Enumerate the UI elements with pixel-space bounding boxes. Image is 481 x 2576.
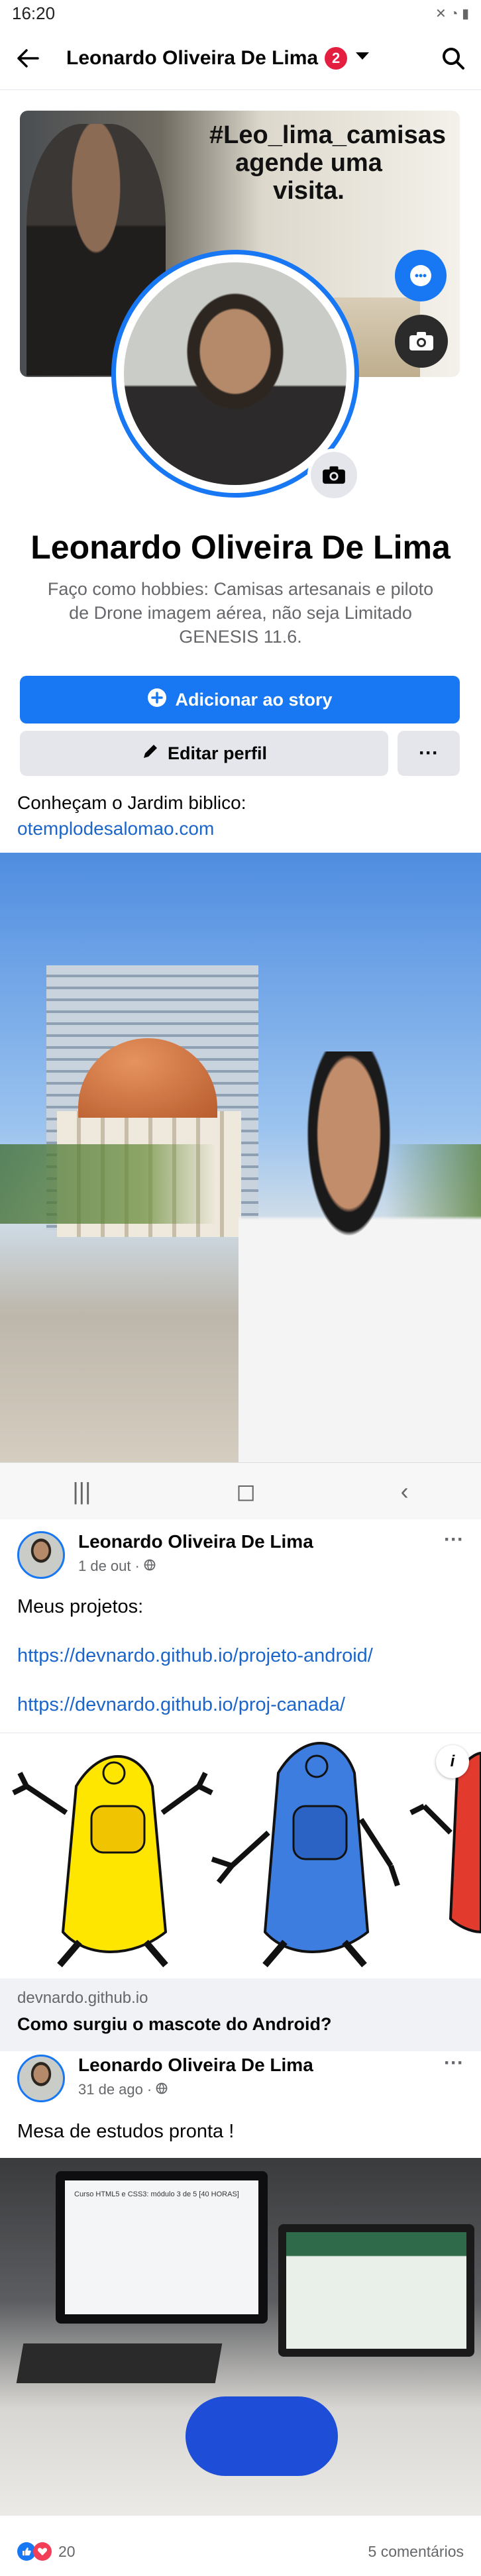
avatar[interactable]: [17, 2055, 65, 2102]
photo-monitor: Curso HTML5 e CSS3: módulo 3 de 5 [40 HO…: [56, 2171, 268, 2324]
post-date[interactable]: 31 de ago: [78, 2081, 143, 2098]
globe-icon: [156, 2081, 168, 2098]
profile-bio: Faço como hobbies: Camisas artesanais e …: [47, 579, 434, 647]
add-story-button[interactable]: Adicionar ao story: [20, 676, 460, 724]
post-meta: 1 de out ·: [78, 1558, 156, 1575]
profile-picture[interactable]: [124, 262, 347, 485]
yellow-robot-mascot: [12, 1755, 213, 1968]
android-nav-bar: ||| ◻ ‹: [0, 1462, 481, 1519]
featured-link[interactable]: otemplodesalomao.com: [17, 816, 214, 842]
profile-name: Leonardo Oliveira De Lima: [30, 529, 451, 566]
preview-title: Como surgiu o mascote do Android?: [17, 2014, 332, 2034]
more-options-button[interactable]: ···: [398, 731, 460, 776]
post-menu-button[interactable]: ···: [444, 2052, 464, 2074]
notification-badge: 2: [325, 46, 348, 70]
photo-laptop: [278, 2224, 474, 2357]
nav-title[interactable]: Leonardo Oliveira De Lima: [66, 47, 318, 70]
photo-keyboard: [16, 2343, 223, 2383]
photo-person: [239, 1051, 481, 1462]
post-date[interactable]: 1 de out: [78, 1558, 131, 1575]
edit-profile-label: Editar perfil: [167, 743, 268, 763]
post-author[interactable]: Leonardo Oliveira De Lima: [78, 1531, 313, 1552]
messenger-icon[interactable]: [395, 250, 447, 301]
love-icon: [33, 2542, 52, 2561]
link-preview[interactable]: i devnardo.github.io Como surgiu o masco…: [0, 1733, 481, 2051]
top-nav: Leonardo Oliveira De Lima 2: [0, 27, 481, 90]
post-card: Leonardo Oliveira De Lima 31 de ago · ··…: [0, 2052, 481, 2576]
status-bar: 16:20 ✕ ◔ ▮: [0, 0, 481, 27]
laptop-screen: [286, 2232, 466, 2349]
post-card: Leonardo Oliveira De Lima 1 de out · ···…: [0, 1519, 481, 2052]
comments-count[interactable]: 5 comentários: [368, 2543, 464, 2561]
search-icon[interactable]: [437, 42, 469, 74]
back-button[interactable]: ‹: [401, 1477, 409, 1505]
post-text: Meus projetos:: [17, 1596, 144, 1617]
link-preview-image: i: [0, 1733, 481, 1978]
post-header: Leonardo Oliveira De Lima 31 de ago · ··…: [17, 2049, 464, 2106]
dot-separator: ·: [146, 2081, 152, 2098]
pencil-icon: [141, 742, 160, 765]
post-menu-button[interactable]: ···: [444, 1529, 464, 1551]
monitor-text: Curso HTML5 e CSS3: módulo 3 de 5 [40 HO…: [74, 2190, 239, 2198]
post-meta: 31 de ago ·: [78, 2081, 168, 2098]
profile-card: #Leo_lima_camisas agende uma visita. Leo…: [0, 91, 481, 853]
globe-icon: [144, 1558, 156, 1575]
link-preview-footer[interactable]: devnardo.github.io Como surgiu o mascote…: [0, 1978, 481, 2051]
post-text: Mesa de estudos pronta !: [17, 2121, 235, 2142]
cover-caption: #Leo_lima_camisas agende uma visita.: [209, 121, 447, 205]
dot-separator: ·: [134, 1558, 140, 1574]
post-author[interactable]: Leonardo Oliveira De Lima: [78, 2055, 313, 2076]
plus-circle-icon: [147, 688, 167, 712]
camera-icon[interactable]: [307, 449, 360, 502]
featured-text: Conheçam o Jardim biblico:: [17, 792, 246, 813]
add-story-label: Adicionar ao story: [175, 689, 333, 710]
post-photo[interactable]: Curso HTML5 e CSS3: módulo 3 de 5 [40 HO…: [0, 2158, 481, 2516]
post-link[interactable]: https://devnardo.github.io/projeto-andro…: [17, 1642, 373, 1669]
recent-apps-button[interactable]: |||: [72, 1477, 91, 1505]
chevron-down-icon[interactable]: [355, 52, 370, 64]
post-link[interactable]: https://devnardo.github.io/proj-canada/: [17, 1691, 345, 1718]
avatar[interactable]: [17, 1531, 65, 1579]
monitor-screen: Curso HTML5 e CSS3: módulo 3 de 5 [40 HO…: [65, 2180, 258, 2314]
post-header: Leonardo Oliveira De Lima 1 de out · ···: [17, 1526, 464, 1583]
home-button[interactable]: ◻: [236, 1477, 256, 1505]
photo-mousepad: [186, 2396, 338, 2476]
reaction-count[interactable]: 20: [58, 2543, 76, 2561]
reactions-bar[interactable]: 20 5 comentários: [0, 2532, 481, 2571]
status-time: 16:20: [12, 3, 56, 23]
preview-domain: devnardo.github.io: [17, 1989, 148, 2007]
edit-profile-button[interactable]: Editar perfil: [20, 731, 388, 776]
featured-photo[interactable]: [0, 853, 481, 1462]
camera-icon[interactable]: [395, 315, 448, 368]
back-arrow-icon[interactable]: [12, 42, 44, 74]
status-icons: ✕ ◔ ▮: [435, 6, 469, 21]
blue-robot-mascot: [211, 1742, 400, 1968]
info-icon[interactable]: i: [436, 1745, 469, 1778]
red-robot-mascot: [409, 1751, 481, 1934]
